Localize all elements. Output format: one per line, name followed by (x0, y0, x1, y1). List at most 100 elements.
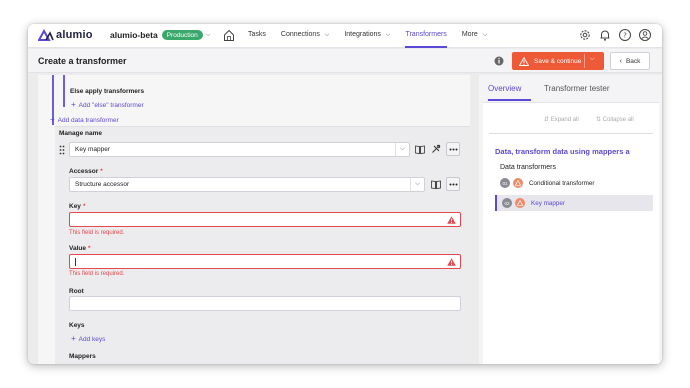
expand-all-button[interactable]: ⇵ Expand all (544, 116, 579, 123)
text-caret (75, 258, 76, 266)
mappers-label: Mappers (69, 353, 96, 360)
logo-text: alumio (56, 29, 93, 41)
step-number: 01 (500, 178, 510, 188)
keys-label: Keys (69, 322, 85, 329)
bell-icon[interactable] (598, 28, 612, 42)
else-section-title: Else apply transformers (70, 88, 145, 95)
key-error-message: This field is required. (69, 230, 125, 236)
chevron-down-icon[interactable]: ⌵ (590, 56, 595, 63)
user-icon[interactable] (638, 28, 652, 42)
save-button-label: Save & continue (534, 57, 582, 65)
transformer-form: Else apply transformers + Add "else" tran… (38, 75, 470, 364)
back-button-label: Back (625, 57, 641, 65)
top-navigation: alumio alumio-beta Production ⌵ Tasks Co… (28, 24, 662, 48)
label-text: Mappers (69, 353, 96, 360)
expand-all-label: Expand all (550, 117, 579, 123)
plus-icon: + (71, 334, 76, 343)
link-label: Add keys (78, 336, 106, 343)
root-label: Root (69, 288, 84, 295)
value-input[interactable] (69, 254, 461, 269)
required-marker: * (82, 203, 86, 210)
tools-icon[interactable] (429, 142, 443, 156)
add-data-transformer-link[interactable]: + Add data transformer (50, 115, 119, 124)
root-input[interactable] (69, 296, 461, 311)
transformer-config-panel: Manage name Key mapper ⌵ Accessor * Stru… (55, 126, 470, 364)
book-icon[interactable] (413, 142, 427, 156)
manage-name-label: Manage name (59, 130, 102, 137)
nav-link-label: Integrations (344, 31, 381, 38)
account-name: alumio-beta (110, 30, 158, 40)
nav-link-label: Transformers (405, 31, 447, 38)
value-label: Value * (69, 245, 91, 252)
account-switcher[interactable]: alumio-beta Production ⌵ (110, 30, 210, 40)
alumio-logo-icon (38, 29, 54, 41)
label-text: Root (69, 288, 84, 295)
plus-icon: + (50, 115, 55, 124)
select-value: Structure accessor (75, 181, 130, 188)
required-marker: * (100, 168, 103, 175)
gear-icon[interactable] (578, 28, 592, 42)
chevron-down-icon: ⌵ (324, 32, 330, 38)
collapse-all-button[interactable]: ⇅ Collapse all (596, 116, 634, 123)
link-label: Add "else" transformer (78, 102, 144, 109)
error-icon (447, 258, 456, 266)
overview-item-key-mapper[interactable]: 02 Key mapper (495, 195, 653, 211)
tab-overview[interactable]: Overview (488, 84, 521, 93)
link-label: Add data transformer (57, 117, 119, 124)
select-value: Key mapper (75, 146, 111, 153)
active-tab-indicator (488, 99, 531, 101)
more-options-icon[interactable] (446, 177, 460, 191)
tab-transformer-tester[interactable]: Transformer tester (544, 84, 610, 93)
button-divider (584, 54, 585, 68)
nav-link-transformers[interactable]: Transformers (405, 24, 447, 48)
save-and-continue-button[interactable]: Save & continue ⌵ (512, 52, 604, 70)
error-icon (447, 216, 456, 224)
nav-link-label: More (461, 31, 478, 38)
nav-link-more[interactable]: More ⌵ (462, 24, 487, 48)
nav-link-connections[interactable]: Connections ⌵ (281, 24, 329, 48)
svg-text:?: ? (623, 32, 627, 40)
nav-link-label: Connections (280, 31, 320, 38)
back-button[interactable]: ‹ Back (610, 52, 650, 70)
item-label: Conditional transformer (529, 179, 595, 187)
nav-icons: ? (572, 28, 652, 42)
logo[interactable]: alumio (38, 29, 93, 41)
warning-icon (515, 198, 525, 208)
warning-icon (513, 178, 523, 188)
nav-link-label: Tasks (248, 31, 266, 38)
info-icon[interactable] (494, 56, 504, 66)
chevron-down-icon: ⌵ (482, 32, 488, 38)
overview-item-conditional-transformer[interactable]: 01 Conditional transformer (495, 175, 653, 191)
collapse-icon: ⇅ (596, 117, 602, 123)
plus-icon: + (71, 100, 76, 109)
accessor-label: Accessor * (69, 168, 103, 175)
overview-title[interactable]: Data, transform data using mappers a (495, 147, 659, 156)
book-icon[interactable] (429, 177, 443, 191)
label-text: Accessor (69, 168, 99, 175)
more-options-icon[interactable] (446, 142, 460, 156)
nav-link-tasks[interactable]: Tasks (248, 24, 266, 48)
value-error-message: This field is required. (69, 271, 125, 277)
nav-link-integrations[interactable]: Integrations ⌵ (344, 24, 390, 48)
help-icon[interactable]: ? (618, 28, 632, 42)
add-else-transformer-link[interactable]: + Add "else" transformer (71, 100, 144, 109)
accessor-select[interactable]: Structure accessor ⌵ (69, 177, 425, 192)
chevron-down-icon: ⌵ (395, 143, 409, 156)
divider (489, 133, 653, 134)
section-heading: Data transformers (500, 164, 557, 171)
add-keys-link[interactable]: + Add keys (71, 334, 105, 343)
nav-links: Tasks Connections ⌵ Integrations ⌵ Trans… (248, 24, 502, 48)
transformer-tester-panel: Overview Transformer tester ⇵ Expand all… (479, 75, 662, 364)
transformer-type-select[interactable]: Key mapper ⌵ (69, 142, 410, 157)
page-header: Create a transformer Save & continue ⌵ ‹… (28, 49, 662, 73)
chevron-down-icon: ⌵ (205, 31, 211, 38)
key-input[interactable] (69, 212, 461, 227)
expand-icon: ⇵ (544, 117, 550, 123)
home-icon[interactable] (223, 29, 235, 42)
drag-handle-icon[interactable] (59, 145, 65, 155)
required-marker: * (87, 245, 91, 252)
page-title: Create a transformer (38, 56, 127, 66)
label-text: Keys (69, 322, 85, 329)
step-number: 02 (502, 198, 512, 208)
nesting-line (63, 75, 65, 107)
